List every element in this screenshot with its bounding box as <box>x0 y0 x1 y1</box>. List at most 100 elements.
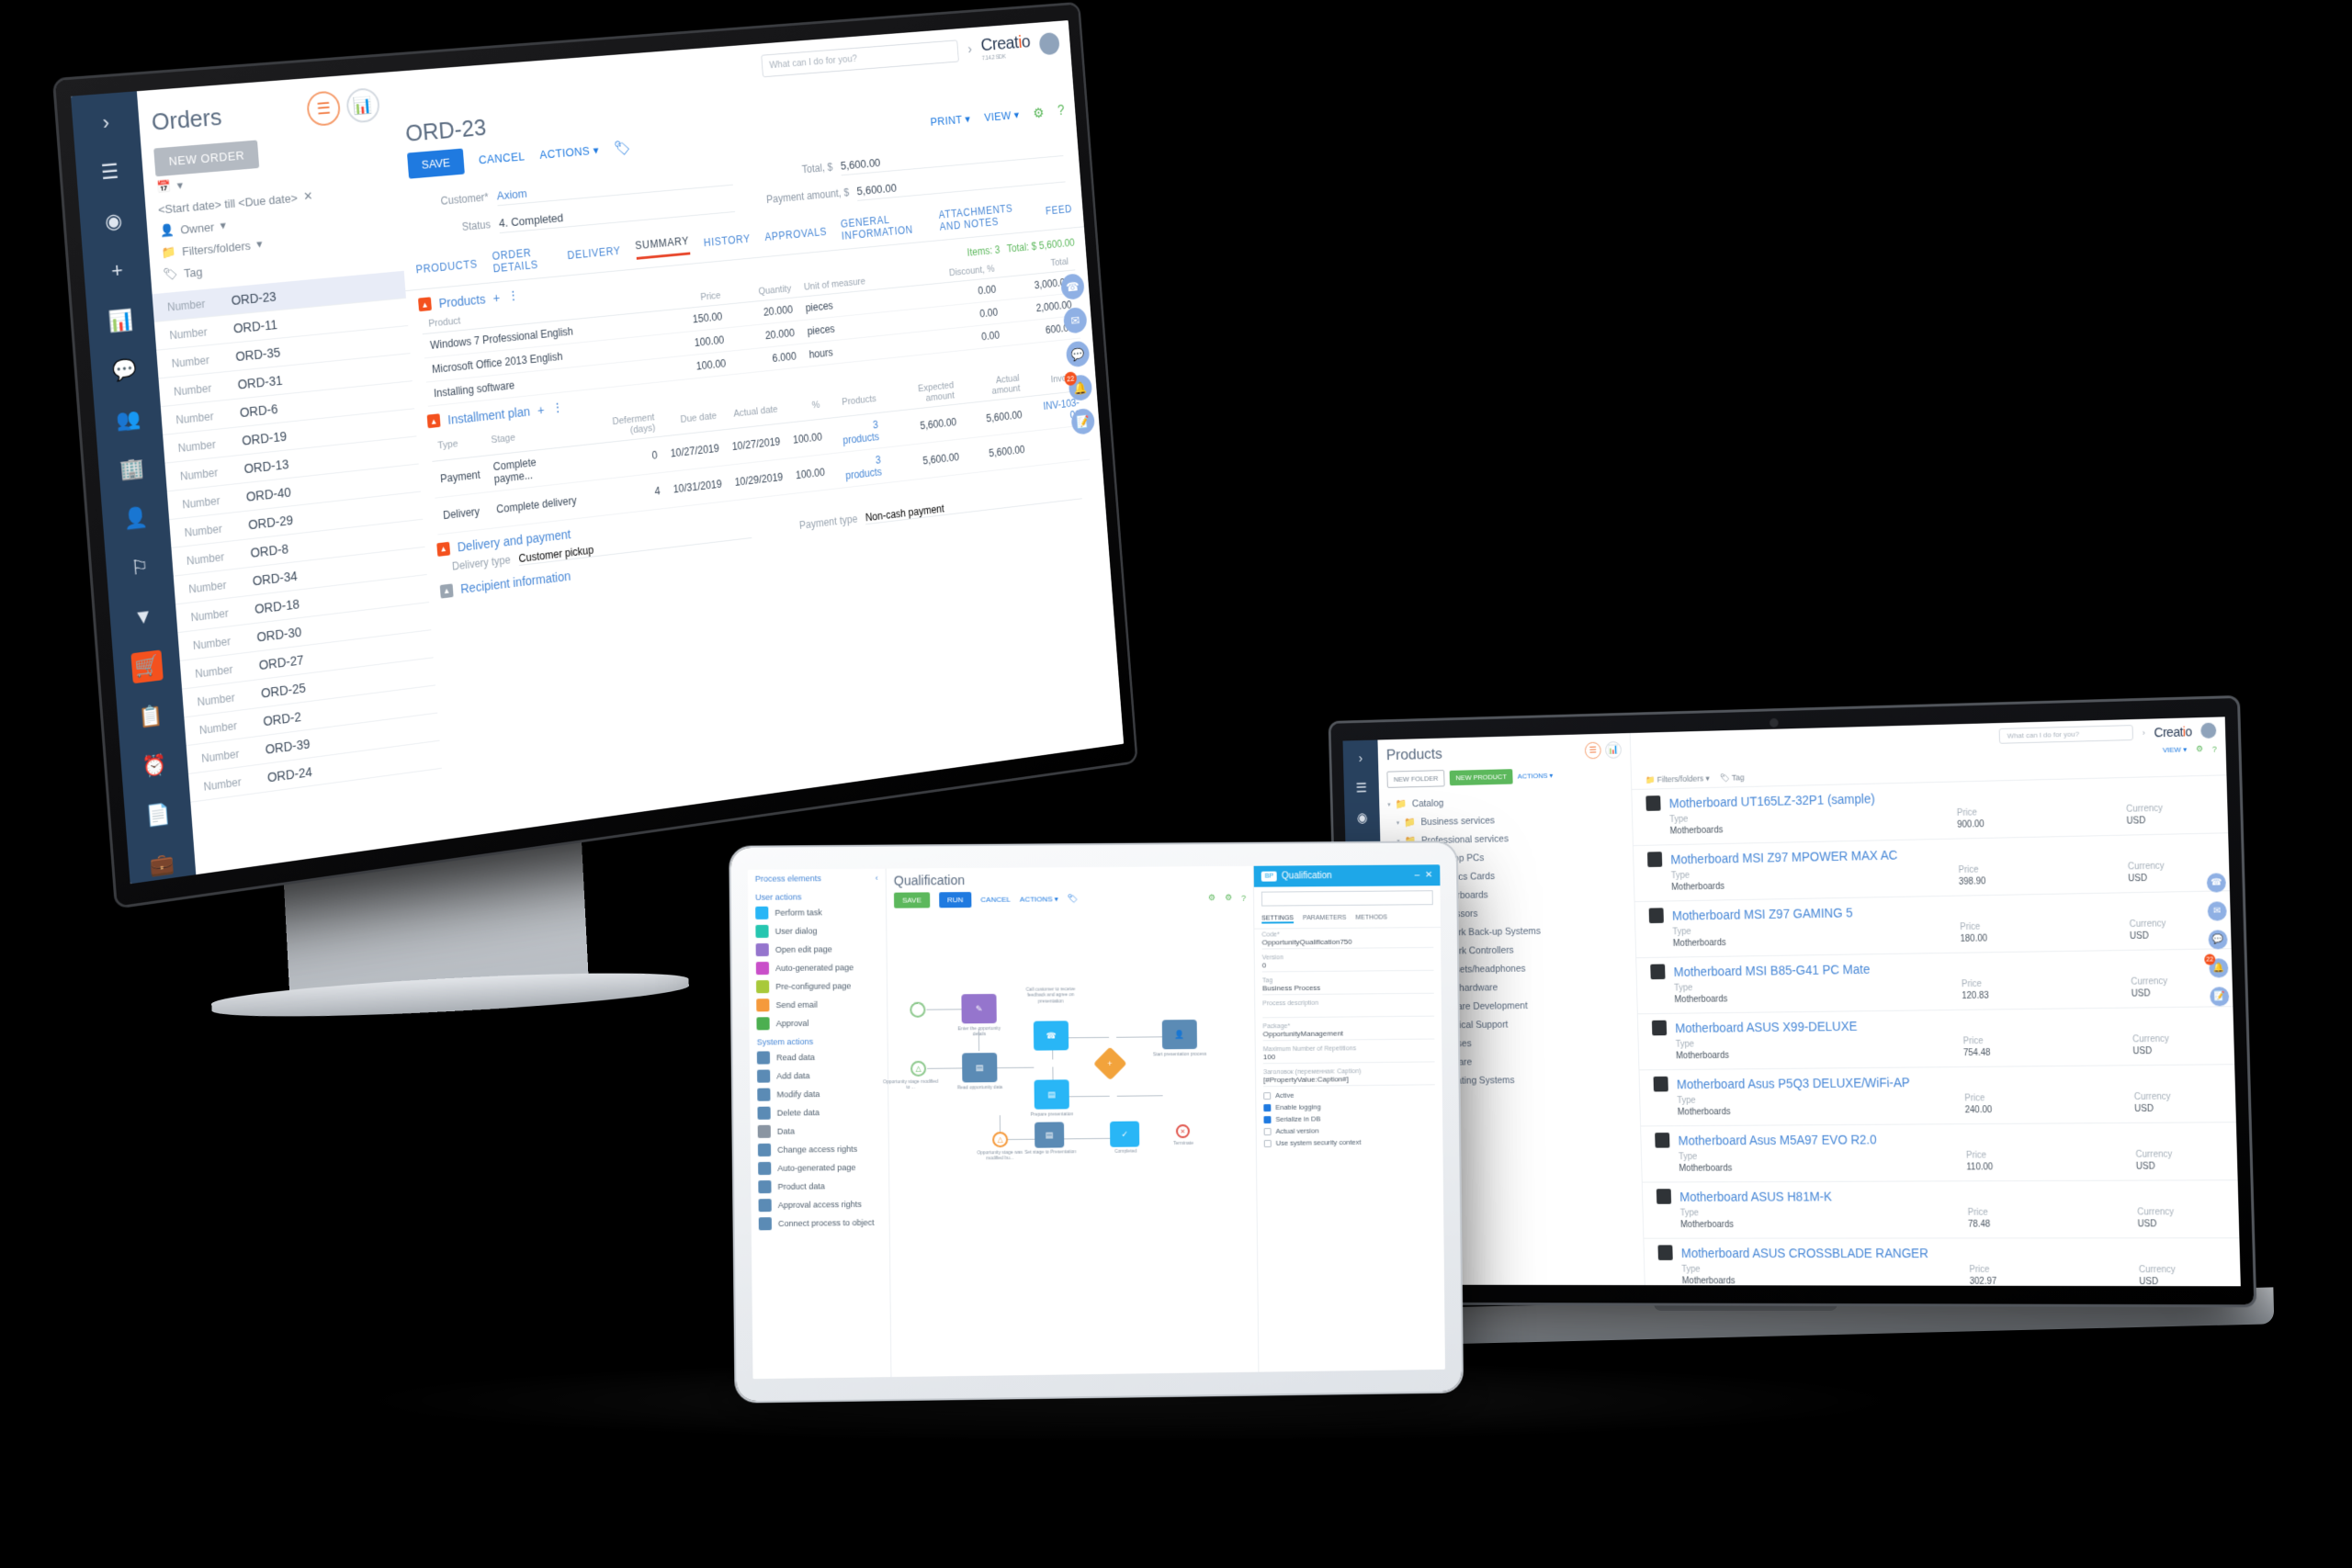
process-gear-icon-2[interactable]: ⚙ <box>1225 893 1232 903</box>
properties-tabs[interactable]: SETTINGS PARAMETERS METHODS <box>1254 909 1441 930</box>
clock-icon[interactable]: ⏰ <box>139 749 171 782</box>
process-tag-icon[interactable]: 🏷 <box>1068 894 1079 904</box>
tab-general-information[interactable]: GENERAL INFORMATION <box>840 210 926 243</box>
settings-gear-icon-laptop[interactable]: ⚙ <box>2196 744 2203 754</box>
process-help-icon[interactable]: ? <box>1241 893 1246 902</box>
list-item[interactable]: Motherboard Asus P5Q3 DELUXE/WiFi-AP Type… <box>1639 1065 2236 1127</box>
palette-item[interactable]: Delete data <box>750 1102 888 1122</box>
tree-toggle-icon[interactable]: ▾ <box>1387 801 1390 808</box>
bar-chart-icon[interactable]: 📊 <box>105 304 137 336</box>
bpmn-node-open-edit-page[interactable]: ✎ <box>961 993 997 1024</box>
document-icon[interactable]: 📄 <box>142 798 175 831</box>
search-input[interactable]: What can I do for you? <box>761 39 960 77</box>
save-button[interactable]: SAVE <box>407 148 465 179</box>
settings-gear-icon[interactable]: ⚙ <box>1033 104 1045 121</box>
bpmn-start-event[interactable] <box>910 1001 926 1018</box>
clear-filter-icon[interactable]: ✕ <box>303 189 313 205</box>
list-item[interactable]: Motherboard ASUS CROSSBLADE RANGER Type Mo… <box>1644 1238 2241 1287</box>
note-icon[interactable]: 📝 <box>1070 407 1096 436</box>
expand-chevron-icon[interactable]: › <box>90 107 122 140</box>
person-icon[interactable]: 👤 <box>119 502 152 535</box>
bell-icon[interactable]: 🔔 22 <box>1064 371 1093 402</box>
search-go-icon[interactable]: › <box>967 41 973 57</box>
flag-icon[interactable]: ⚐ <box>123 551 155 584</box>
palette-item[interactable]: Perform task <box>748 903 886 922</box>
add-installment-icon[interactable]: + <box>537 402 545 417</box>
palette-item[interactable]: Data <box>751 1121 888 1141</box>
list-item[interactable]: Motherboard ASUS X99-DELUXE Type Motherboa… <box>1637 1007 2235 1071</box>
bpmn-gateway[interactable]: + <box>1092 1046 1127 1081</box>
laptop-search-input[interactable]: What can I do for you? <box>1998 725 2134 744</box>
tab-feed[interactable]: FEED <box>1046 203 1073 218</box>
help-icon[interactable]: ? <box>1057 103 1066 118</box>
palette-item[interactable]: Pre-configured page <box>749 976 887 996</box>
laptop-quick-actions[interactable]: ☎ ✉ 💬 🔔 22 📝 <box>2204 873 2230 1007</box>
bpmn-node-prepare-presentation[interactable]: ▤ <box>1034 1079 1069 1110</box>
search-go-icon-laptop[interactable]: › <box>2143 728 2145 737</box>
help-icon-laptop[interactable]: ? <box>2212 744 2217 753</box>
checkbox-icon[interactable] <box>1263 1115 1272 1123</box>
process-save-button[interactable]: SAVE <box>893 892 931 908</box>
palette-item[interactable]: Auto-generated page <box>749 958 887 977</box>
tag-record-icon[interactable]: 🏷 <box>613 139 631 158</box>
tree-toggle-icon[interactable]: ▾ <box>1396 819 1399 827</box>
bpmn-node-set-stage[interactable]: ▤ <box>1035 1122 1065 1148</box>
property-field[interactable]: Code* OpportunityQualification750 <box>1254 928 1441 953</box>
list-view-icon-laptop[interactable]: ☰ <box>1584 741 1601 759</box>
collapse-palette-icon[interactable]: ‹ <box>876 874 878 883</box>
building-icon[interactable]: 🏢 <box>116 453 148 485</box>
chart-view-icon-laptop[interactable]: 📊 <box>1604 740 1623 759</box>
palette-item[interactable]: User dialog <box>748 921 886 941</box>
process-gear-icon[interactable]: ⚙ <box>1208 893 1216 903</box>
bpmn-node-call-customer[interactable]: ☎ <box>1033 1021 1069 1051</box>
new-folder-button[interactable]: NEW FOLDER <box>1386 770 1445 788</box>
play-circle-icon[interactable]: ◉ <box>97 206 130 238</box>
product-link[interactable]: Motherboard MSI B85-G41 PC Mate <box>1650 955 2217 980</box>
process-cancel-button[interactable]: CANCEL <box>980 896 1011 904</box>
add-product-icon[interactable]: + <box>492 290 501 305</box>
palette-item[interactable]: Product data <box>751 1177 888 1197</box>
properties-tab-methods[interactable]: METHODS <box>1355 915 1387 923</box>
bpmn-signal-modified[interactable]: △ <box>992 1132 1009 1148</box>
product-link[interactable]: Motherboard ASUS H81M-K <box>1656 1187 2224 1204</box>
hamburger-menu-icon-laptop[interactable]: ☰ <box>1356 780 1368 796</box>
expand-chevron-icon-laptop[interactable]: › <box>1358 750 1363 765</box>
add-plus-icon[interactable]: + <box>101 255 133 288</box>
laptop-view-button[interactable]: VIEW ▾ <box>2163 745 2188 754</box>
palette-item[interactable]: Modify data <box>750 1084 888 1104</box>
bpmn-signal-start[interactable]: △ <box>910 1060 927 1077</box>
checkbox-icon[interactable] <box>1263 1139 1272 1147</box>
chat-bubble-icon[interactable]: 💬 <box>1065 340 1091 368</box>
list-item[interactable]: Motherboard Asus M5A97 EVO R2.0 Type Mothe… <box>1641 1122 2238 1183</box>
cancel-button[interactable]: CANCEL <box>478 150 525 167</box>
palette-item[interactable]: Auto-generated page <box>751 1157 888 1178</box>
collapse-icon-4[interactable]: ▲ <box>439 582 454 599</box>
product-link[interactable]: Motherboard ASUS CROSSBLADE RANGER <box>1657 1245 2225 1260</box>
checkbox-icon[interactable] <box>1263 1091 1272 1100</box>
tasks-icon[interactable]: 📋 <box>134 700 166 733</box>
properties-tab-parameters[interactable]: PARAMETERS <box>1303 915 1347 923</box>
property-field[interactable]: Process description <box>1255 997 1442 1021</box>
print-button[interactable]: PRINT ▾ <box>930 112 971 129</box>
tab-delivery[interactable]: DELIVERY <box>567 244 621 262</box>
product-menu-icon[interactable]: ⋮ <box>507 288 520 304</box>
collapse-icon-3[interactable]: ▲ <box>436 541 451 557</box>
palette-item[interactable]: Approval access rights <box>751 1195 888 1215</box>
collapse-icon-2[interactable]: ▲ <box>426 413 441 429</box>
laptop-tag-filter[interactable]: 🏷 Tag <box>1720 773 1745 783</box>
property-checkbox[interactable]: Use system security context <box>1257 1135 1443 1149</box>
property-field[interactable]: Version 0 <box>1255 951 1442 976</box>
new-product-button[interactable]: NEW PRODUCT <box>1449 769 1513 786</box>
palette-item[interactable]: Approval <box>749 1013 887 1032</box>
column-header[interactable]: % <box>783 390 828 423</box>
property-field[interactable]: Maximum Number of Repetitions 100 <box>1256 1042 1442 1066</box>
bpmn-node-read-data[interactable]: ▤ <box>962 1053 998 1083</box>
phone-icon[interactable]: ☎ <box>1060 273 1085 301</box>
bell-icon-laptop[interactable]: 🔔 22 <box>2204 953 2229 978</box>
list-item[interactable]: Motherboard MSI Z97 GAMING 5 Type Motherbo… <box>1634 891 2232 959</box>
note-icon-laptop[interactable]: 📝 <box>2210 987 2230 1007</box>
process-actions-button[interactable]: ACTIONS ▾ <box>1020 895 1058 903</box>
cart-icon[interactable]: 🛒 <box>130 649 164 683</box>
checkbox-icon[interactable] <box>1263 1127 1272 1135</box>
mail-icon-laptop[interactable]: ✉ <box>2207 901 2227 921</box>
